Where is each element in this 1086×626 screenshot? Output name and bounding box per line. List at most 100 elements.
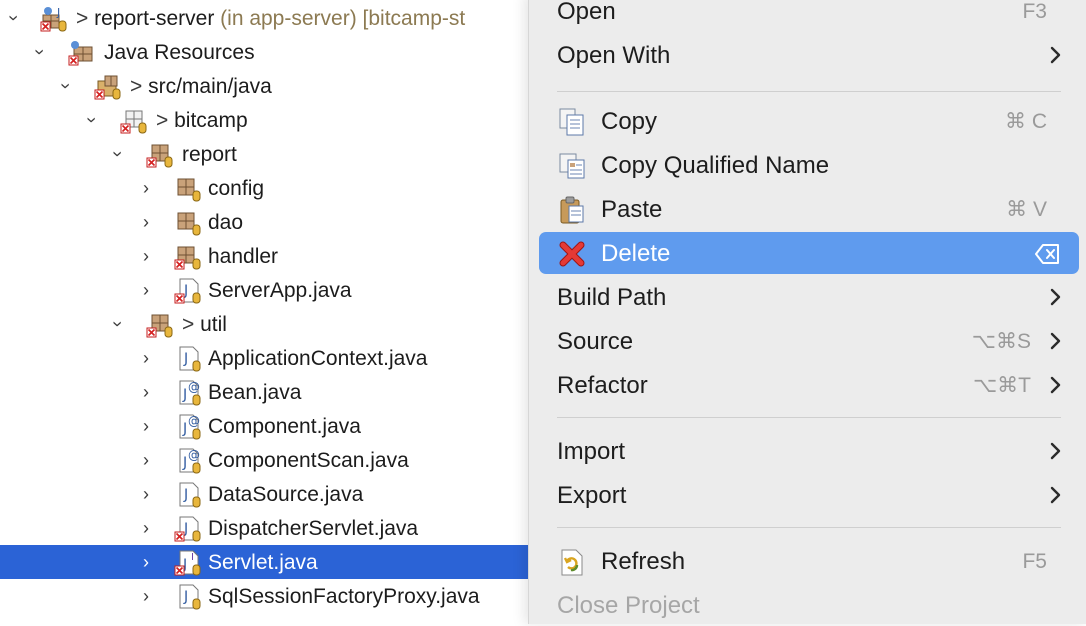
chevron-right-icon [1049, 438, 1063, 464]
tree-item-package-handler[interactable]: › handler [0, 239, 530, 273]
java-project-icon: J [40, 5, 68, 33]
package-icon [120, 107, 148, 135]
tree-item-java-file[interactable]: › J @ Component.java [0, 409, 530, 443]
tree-item-label: DispatcherServlet.java [208, 517, 419, 540]
expand-toggle-icon[interactable]: › [3, 8, 25, 28]
menu-item-open-with[interactable]: Open With [539, 34, 1079, 76]
expand-toggle-icon[interactable]: › [136, 551, 156, 573]
tree-item-java-file[interactable]: › J @ ComponentScan.java [0, 443, 530, 477]
refresh-icon [557, 547, 587, 577]
expand-toggle-icon[interactable]: › [107, 144, 129, 164]
tree-item-java-file[interactable]: › J DispatcherServlet.java [0, 511, 530, 545]
expand-toggle-icon[interactable]: › [29, 42, 51, 62]
annotation-file-icon: J @ [174, 379, 202, 407]
tree-item-package-dao[interactable]: › dao [0, 205, 530, 239]
package-icon [146, 141, 174, 169]
tree-item-label: ComponentScan.java [208, 449, 409, 472]
tree-item-java-file[interactable]: › J ApplicationContext.java [0, 341, 530, 375]
tree-item-java-file-selected[interactable]: › JI Servlet.java [0, 545, 530, 579]
tree-item-label: ServerApp.java [208, 279, 352, 302]
tree-item-package-bitcamp[interactable]: › > bitcamp [0, 103, 530, 137]
expand-toggle-icon[interactable]: › [136, 585, 156, 607]
menu-item-source[interactable]: Source ⌥⌘S [539, 320, 1079, 362]
svg-text:J: J [182, 455, 187, 471]
svg-text:J: J [182, 387, 187, 403]
package-icon [146, 311, 174, 339]
menu-separator [557, 527, 1061, 528]
tree-item-package-config[interactable]: › config [0, 171, 530, 205]
java-file-icon: J [174, 277, 202, 305]
menu-item-refactor[interactable]: Refactor ⌥⌘T [539, 364, 1079, 406]
svg-text:J: J [183, 487, 188, 503]
menu-item-build-path[interactable]: Build Path [539, 276, 1079, 318]
tree-item-java-file[interactable]: › J DataSource.java [0, 477, 530, 511]
svg-text:@: @ [188, 380, 200, 394]
annotation-file-icon: J @ [174, 447, 202, 475]
tree-item-label: > util [182, 313, 227, 336]
tree-item-java-file[interactable]: › J SqlSessionFactoryProxy.java [0, 579, 530, 613]
svg-text:@: @ [188, 414, 200, 428]
java-file-icon: J [174, 481, 202, 509]
expand-toggle-icon[interactable]: › [81, 110, 103, 130]
tree-item-label: Bean.java [208, 381, 302, 404]
java-file-icon: J [174, 345, 202, 373]
menu-item-export[interactable]: Export [539, 474, 1079, 516]
chevron-right-icon [1049, 482, 1063, 508]
tree-item-project[interactable]: › J > report-server (in app-server) [bit… [0, 1, 530, 35]
menu-item-refresh[interactable]: Refresh F5 [539, 540, 1079, 582]
menu-item-close-project[interactable]: Close Project [539, 584, 1079, 626]
tree-item-label: > src/main/java [130, 75, 272, 98]
tree-item-label: config [208, 177, 265, 200]
svg-text:@: @ [188, 448, 200, 462]
tree-item-java-file[interactable]: › J ServerApp.java [0, 273, 530, 307]
svg-text:J: J [183, 351, 188, 367]
shortcut-label: F3 [1022, 0, 1047, 23]
tree-item-package-report[interactable]: › report [0, 137, 530, 171]
interface-file-icon: JI [174, 549, 202, 577]
chevron-right-icon [1049, 284, 1063, 310]
tree-item-label: handler [208, 245, 279, 268]
menu-item-import[interactable]: Import [539, 430, 1079, 472]
tree-item-label: > report-server (in app-server) [bitcamp… [76, 7, 466, 30]
package-icon [174, 243, 202, 271]
expand-toggle-icon[interactable]: › [136, 381, 156, 403]
menu-item-open[interactable]: Open F3 [539, 0, 1079, 32]
shortcut-label: ⌘ C [1005, 110, 1047, 133]
expand-toggle-icon[interactable]: › [136, 211, 156, 233]
menu-separator [557, 91, 1061, 92]
svg-text:J: J [183, 589, 188, 605]
expand-toggle-icon[interactable]: › [107, 314, 129, 334]
chevron-right-icon [1049, 328, 1063, 354]
menu-item-paste[interactable]: Paste ⌘ V [539, 188, 1079, 230]
context-menu: Open F3 Open With Copy ⌘ C Copy Qualifie… [528, 0, 1086, 624]
package-icon [174, 209, 202, 237]
tree-item-package-util[interactable]: › > util [0, 307, 530, 341]
expand-toggle-icon[interactable]: › [55, 76, 77, 96]
copy-icon [557, 107, 587, 137]
java-file-icon: J [174, 583, 202, 611]
java-resources-icon [68, 39, 96, 67]
copy-qualified-name-icon [557, 151, 587, 181]
tree-item-java-file[interactable]: › J @ Bean.java [0, 375, 530, 409]
tree-item-label: Java Resources [104, 41, 255, 64]
tree-item-source-folder[interactable]: › > src/main/java [0, 69, 530, 103]
expand-toggle-icon[interactable]: › [136, 279, 156, 301]
expand-toggle-icon[interactable]: › [136, 517, 156, 539]
delete-key-icon [1035, 243, 1061, 265]
menu-item-copy[interactable]: Copy ⌘ C [539, 100, 1079, 142]
expand-toggle-icon[interactable]: › [136, 449, 156, 471]
tree-item-label: Component.java [208, 415, 361, 438]
tree-item-java-resources[interactable]: › Java Resources [0, 35, 530, 69]
paste-icon [557, 195, 587, 225]
expand-toggle-icon[interactable]: › [136, 245, 156, 267]
expand-toggle-icon[interactable]: › [136, 347, 156, 369]
package-icon [174, 175, 202, 203]
tree-item-label: > bitcamp [156, 109, 248, 132]
expand-toggle-icon[interactable]: › [136, 177, 156, 199]
tree-item-label: report [182, 143, 237, 166]
expand-toggle-icon[interactable]: › [136, 415, 156, 437]
expand-toggle-icon[interactable]: › [136, 483, 156, 505]
menu-item-copy-qualified-name[interactable]: Copy Qualified Name [539, 144, 1079, 186]
menu-item-delete[interactable]: Delete [539, 232, 1079, 274]
chevron-right-icon [1049, 42, 1063, 68]
